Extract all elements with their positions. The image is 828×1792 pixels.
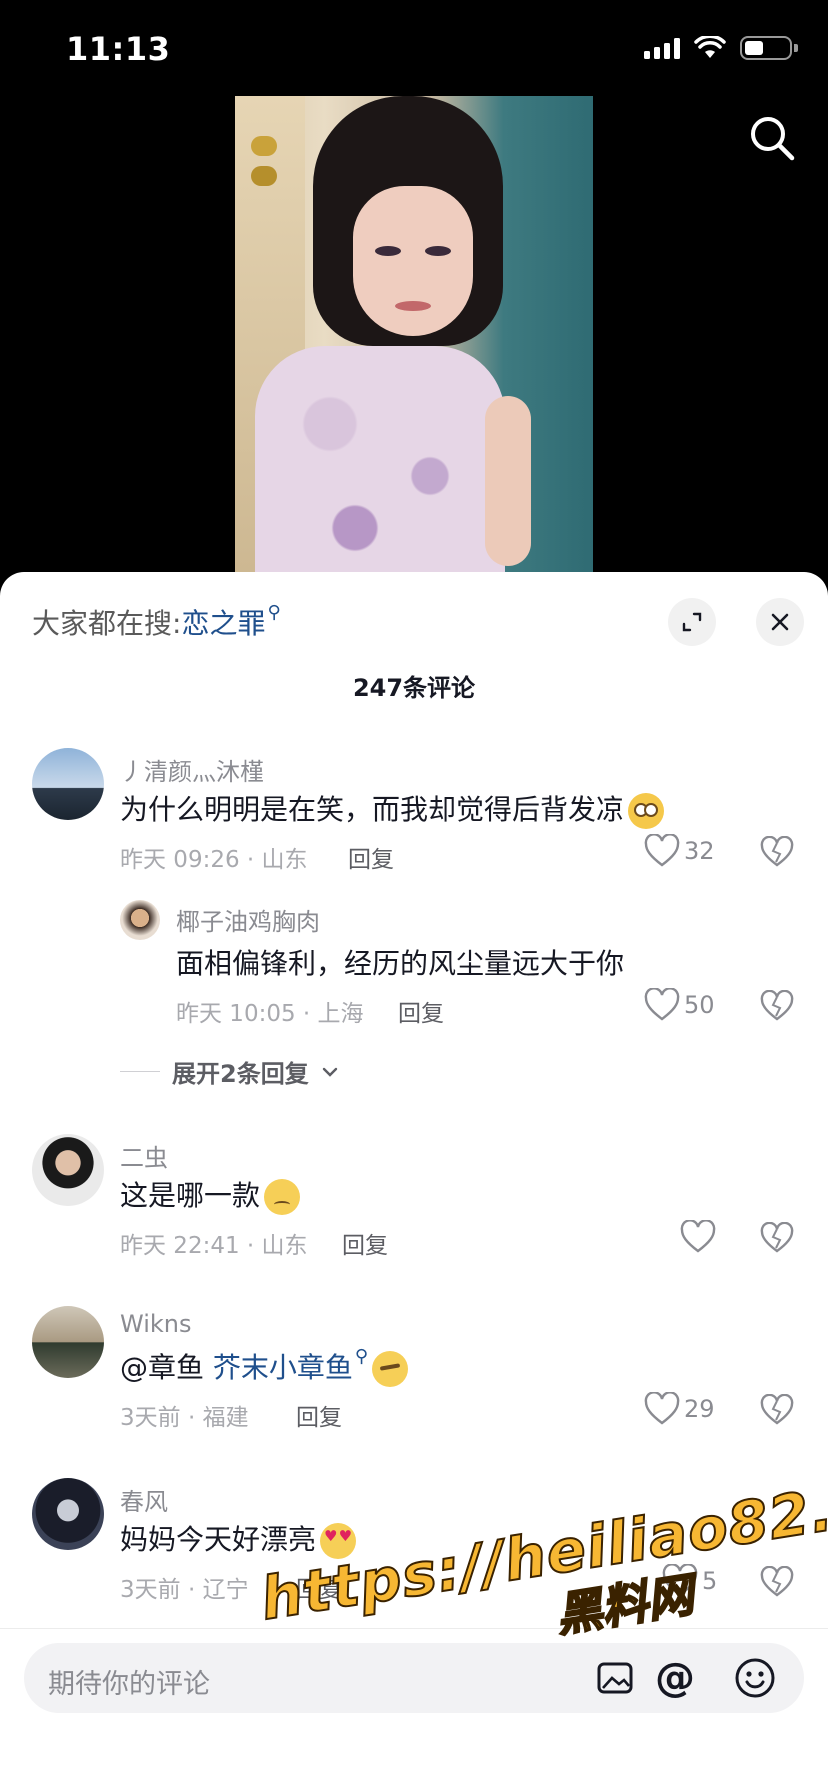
close-icon	[771, 613, 789, 631]
battery-icon	[740, 36, 798, 60]
comment-meta: 昨天 22:41 · 山东	[120, 1233, 308, 1259]
thinking-emoji-icon	[372, 1351, 409, 1387]
comment-author[interactable]: Wikns	[120, 1310, 191, 1338]
trending-prefix: 大家都在搜:	[32, 607, 182, 640]
heart-icon	[644, 988, 680, 1021]
video-person-face	[353, 186, 473, 336]
comment-body: 妈妈今天好漂亮	[120, 1523, 317, 1556]
dislike-icon[interactable]	[760, 1394, 794, 1426]
video-person-eye	[425, 246, 451, 256]
comment-input[interactable]: 期待你的评论 @	[24, 1643, 804, 1713]
reply-button[interactable]: 回复	[342, 1226, 388, 1260]
like-button[interactable]: 32	[644, 834, 715, 868]
comment-body: 这是哪一款	[120, 1179, 261, 1212]
battery-fill	[745, 41, 763, 55]
like-button[interactable]: 29	[644, 1392, 715, 1426]
app-screen: 11:13 大家都在搜:恋之罪 ⚲ 247条评论 丿清颜灬沐槿 为什么明明是在笑…	[0, 0, 828, 1792]
sheet-header: 大家都在搜:恋之罪 ⚲	[0, 572, 828, 662]
search-icon[interactable]	[746, 112, 798, 164]
chevron-down-icon	[322, 1067, 337, 1077]
like-count: 5	[702, 1567, 718, 1595]
sad-emoji-icon	[264, 1179, 301, 1215]
dislike-icon[interactable]	[760, 990, 794, 1022]
avatar[interactable]	[32, 1306, 104, 1378]
heart-icon	[644, 1392, 680, 1425]
comment-body: 面相偏锋利，经历的风尘量远大于你	[176, 947, 625, 980]
flushed-emoji-icon	[628, 793, 665, 829]
comment-body: 为什么明明是在笑，而我却觉得后背发凉	[120, 793, 625, 826]
comment-meta: 3天前 · 福建	[120, 1405, 249, 1431]
trending-term-link[interactable]: 恋之罪	[181, 607, 265, 640]
emoji-icon[interactable]	[730, 1653, 780, 1703]
comment-meta: 昨天 09:26 · 山东	[120, 847, 308, 873]
dislike-icon[interactable]	[760, 1222, 794, 1254]
door-knob-icon	[251, 136, 277, 156]
comment-input-placeholder: 期待你的评论	[48, 1669, 210, 1700]
comment-author[interactable]: 春风	[120, 1482, 168, 1517]
heart-icon	[662, 1564, 698, 1597]
comment-input-bar: 期待你的评论 @	[0, 1628, 828, 1792]
dislike-icon[interactable]	[760, 836, 794, 868]
mention-link[interactable]: 芥末小章鱼	[213, 1351, 353, 1384]
heart-eyes-emoji-icon	[320, 1523, 357, 1559]
like-count: 32	[684, 837, 715, 865]
reply-button[interactable]: 回复	[296, 1570, 342, 1604]
status-icons	[644, 36, 798, 60]
heart-icon	[644, 834, 680, 867]
comment-text: @章鱼 芥末小章鱼 ⚲	[120, 1346, 409, 1387]
divider	[120, 1071, 160, 1072]
comment-author[interactable]: 二虫	[120, 1138, 168, 1173]
heart-icon	[680, 1220, 716, 1253]
video-person-lips	[395, 301, 431, 311]
status-bar: 11:13	[0, 0, 828, 96]
comment-text: 这是哪一款	[120, 1174, 301, 1215]
video-player[interactable]	[235, 96, 593, 572]
comment-text: 妈妈今天好漂亮	[120, 1518, 357, 1559]
comment-author[interactable]: 椰子油鸡胸肉	[176, 902, 320, 937]
comment-meta: 昨天 10:05 · 上海	[176, 1001, 364, 1027]
signal-icon	[644, 37, 680, 59]
dislike-icon[interactable]	[760, 1566, 794, 1598]
like-count: 29	[684, 1395, 715, 1423]
reply-button[interactable]: 回复	[398, 994, 444, 1028]
comment-meta: 3天前 · 辽宁	[120, 1577, 249, 1603]
video-person-arm	[485, 396, 531, 566]
expand-replies-label: 展开2条回复	[172, 1060, 309, 1088]
mention-at-icon[interactable]: @	[650, 1653, 700, 1703]
expand-replies-button[interactable]: 展开2条回复	[120, 1054, 339, 1089]
like-button[interactable]: 5	[662, 1564, 717, 1598]
comment-mention-prefix: @章鱼	[120, 1351, 213, 1384]
image-icon[interactable]	[590, 1653, 640, 1703]
search-small-icon: ⚲	[354, 1346, 369, 1367]
close-button[interactable]	[756, 598, 804, 646]
trending-search[interactable]: 大家都在搜:恋之罪 ⚲	[32, 602, 281, 642]
avatar[interactable]	[32, 748, 104, 820]
like-count: 50	[684, 991, 715, 1019]
like-button[interactable]	[680, 1220, 720, 1254]
comment-text: 为什么明明是在笑，而我却觉得后背发凉	[120, 788, 665, 829]
expand-button[interactable]	[668, 598, 716, 646]
avatar[interactable]	[32, 1134, 104, 1206]
battery-tip	[794, 44, 798, 52]
wifi-icon	[694, 36, 726, 58]
video-person-dress	[255, 346, 505, 572]
avatar[interactable]	[120, 900, 160, 940]
search-small-icon: ⚲	[267, 602, 281, 623]
comment-sheet: 大家都在搜:恋之罪 ⚲ 247条评论 丿清颜灬沐槿 为什么明明是在笑，而我却觉得…	[0, 572, 828, 1792]
reply-button[interactable]: 回复	[296, 1398, 342, 1432]
comment-author[interactable]: 丿清颜灬沐槿	[120, 752, 264, 787]
comment-count: 247条评论	[352, 674, 476, 702]
reply-button[interactable]: 回复	[348, 840, 394, 874]
like-button[interactable]: 50	[644, 988, 715, 1022]
avatar[interactable]	[32, 1478, 104, 1550]
video-person-eye	[375, 246, 401, 256]
expand-icon	[682, 612, 702, 632]
status-time: 11:13	[66, 30, 171, 68]
